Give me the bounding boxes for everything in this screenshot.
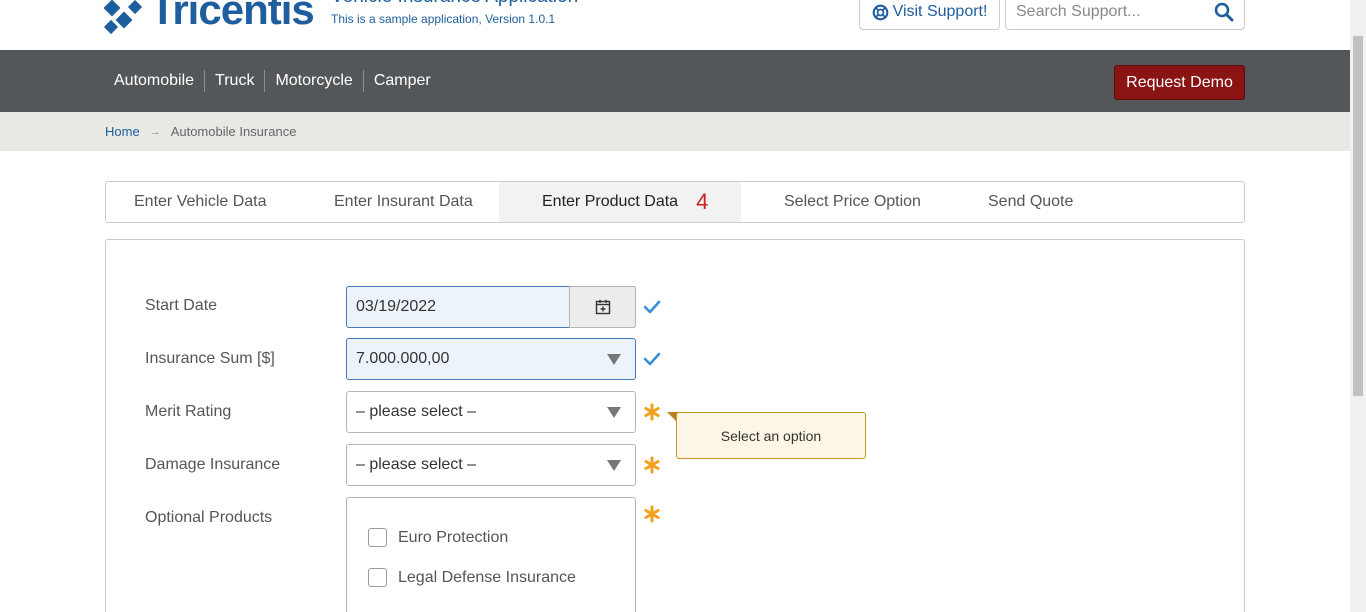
option-euro-protection[interactable]: Euro Protection [368,528,508,547]
calendar-icon [595,299,610,315]
visit-support-button[interactable]: Visit Support! [859,0,1000,30]
calendar-button[interactable] [569,286,636,328]
required-asterisk-icon [644,505,660,523]
checkbox[interactable] [368,528,387,547]
tab-enter-product-data[interactable]: Enter Product Data 4 [499,182,741,222]
start-date-field: 03/19/2022 [346,286,636,328]
damage-insurance-select[interactable]: – please select – [346,444,636,486]
search-support-input[interactable] [1006,3,1201,21]
option-label: Euro Protection [398,528,509,546]
validation-tooltip: Select an option [676,412,866,459]
nav-item-truck[interactable]: Truck [204,70,264,92]
chevron-down-icon [607,407,621,418]
option-legal-defense-insurance[interactable]: Legal Defense Insurance [368,568,576,587]
logo-text: Tricentis [150,0,315,33]
visit-support-label: Visit Support! [892,3,988,20]
page-scrollbar[interactable] [1350,0,1366,612]
app-subtitle: This is a sample application, Version 1.… [331,12,556,26]
breadcrumb: Home → Automobile Insurance [105,124,296,139]
tab-label: Select Price Option [784,193,921,210]
nav-item-automobile[interactable]: Automobile [104,70,204,92]
tab-label: Enter Vehicle Data [134,193,267,210]
tab-label: Enter Product Data [542,193,679,210]
damage-insurance-value: – please select – [356,456,477,473]
lifebuoy-icon [872,4,888,20]
request-demo-button[interactable]: Request Demo [1114,65,1245,100]
tab-send-quote[interactable]: Send Quote [988,182,1073,222]
tab-label: Enter Insurant Data [334,193,473,210]
merit-rating-select[interactable]: – please select – [346,391,636,433]
nav-item-motorcycle[interactable]: Motorcycle [264,70,362,92]
product-data-form [105,239,1245,612]
insurance-sum-value: 7.000.000,00 [356,350,450,367]
wizard-tabs: Enter Vehicle Data Enter Insurant Data E… [105,181,1245,223]
breadcrumb-home-link[interactable]: Home [105,124,140,139]
insurance-sum-label: Insurance Sum [$] [145,350,275,367]
tab-enter-insurant-data[interactable]: Enter Insurant Data [334,182,473,222]
tab-label: Send Quote [988,193,1074,210]
scrollbar-thumb[interactable] [1353,36,1363,396]
app-title: Vehicle Insurance Application [331,0,578,8]
breadcrumb-separator-icon: → [149,125,161,138]
required-asterisk-icon [644,456,660,474]
valid-check-icon [643,300,661,314]
breadcrumb-bar: Home → Automobile Insurance [0,112,1350,151]
option-label: Legal Defense Insurance [398,568,576,586]
logo-mark-icon [103,0,143,35]
tab-enter-vehicle-data[interactable]: Enter Vehicle Data [134,182,267,222]
merit-rating-label: Merit Rating [145,403,232,420]
breadcrumb-current: Automobile Insurance [170,124,297,139]
checkbox[interactable] [368,568,387,587]
valid-check-icon [643,352,661,366]
tab-missing-count: 4 [696,189,709,214]
header: Tricentis Vehicle Insurance Application … [0,0,1350,50]
nav-menu: Automobile Truck Motorcycle Camper [104,70,441,92]
tab-select-price-option[interactable]: Select Price Option [784,182,921,222]
search-support-box [1005,0,1245,30]
damage-insurance-label: Damage Insurance [145,456,281,473]
nav-item-camper[interactable]: Camper [362,70,441,92]
tricentis-logo[interactable]: Tricentis [103,0,315,35]
start-date-input[interactable]: 03/19/2022 [356,298,561,316]
optional-products-group: Euro Protection Legal Defense Insurance [346,497,636,612]
start-date-label: Start Date [145,297,218,314]
merit-rating-value: – please select – [356,403,477,420]
optional-products-label: Optional Products [145,509,273,526]
main-navbar: Automobile Truck Motorcycle Camper Reque… [0,50,1350,112]
chevron-down-icon [607,354,621,365]
insurance-sum-select[interactable]: 7.000.000,00 [346,338,636,380]
search-icon[interactable] [1214,2,1234,22]
chevron-down-icon [607,460,621,471]
required-asterisk-icon [644,403,660,421]
